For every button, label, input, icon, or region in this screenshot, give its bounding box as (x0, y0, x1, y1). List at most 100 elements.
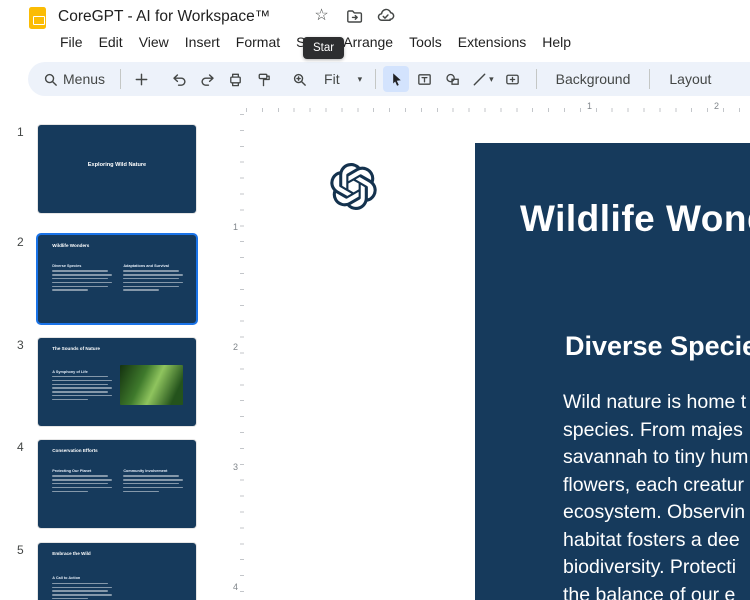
star-icon: ☆ (314, 6, 329, 24)
body-line: biodiversity. Protecti (563, 556, 737, 578)
thumb-column: Protecting Our Planet (52, 469, 114, 492)
thumb-column: Adaptations and Survival (123, 264, 185, 291)
body-line: flowers, each creatur (563, 473, 744, 496)
toolbar-divider (649, 69, 651, 89)
new-slide-button[interactable] (128, 66, 154, 92)
body-line: ecosystem. Observin (563, 501, 746, 523)
save-status-button[interactable] (374, 4, 397, 27)
thumb-title: Embrace the Wild (52, 550, 91, 556)
shape-tool-button[interactable] (439, 66, 465, 92)
slide-title-text[interactable]: Wildlife Wonders (520, 198, 750, 240)
chevron-down-icon: ▾ (357, 73, 363, 84)
thumb-heading: Protecting Our Planet (52, 469, 92, 474)
thumb-heading: Adaptations and Survival (123, 264, 169, 269)
slide-heading-text[interactable]: Diverse Species (565, 331, 750, 362)
menu-item-insert[interactable]: Insert (177, 31, 228, 53)
zoom-icon (293, 73, 306, 86)
body-line: the balance of our e (563, 583, 736, 600)
thumb-title: Exploring Wild Nature (87, 161, 147, 168)
undo-icon (172, 73, 186, 86)
document-title[interactable]: CoreGPT - AI for Workspace™ (58, 8, 270, 26)
openai-logo-icon (330, 163, 377, 210)
ruler-number: 1 (587, 101, 593, 111)
title-bar: CoreGPT - AI for Workspace™ ☆ (0, 0, 750, 32)
menu-item-file[interactable]: File (52, 31, 91, 53)
thumb-column: A Symphony of Life (52, 370, 114, 401)
slide-thumbnail-4[interactable]: Conservation Efforts Protecting Our Plan… (38, 440, 196, 528)
menus-search-button[interactable]: Menus (38, 66, 113, 92)
slides-app-icon[interactable] (29, 7, 46, 29)
editing-canvas: 1 2 1 2 3 4 Wildlife Wonders Diverse Spe… (230, 100, 750, 600)
toolbar-divider (535, 69, 537, 89)
ruler-number: 2 (233, 342, 239, 352)
text-box-icon (417, 73, 431, 85)
thumb-title: Wildlife Wonders (52, 242, 90, 248)
toolbar: Menus Fit ▾ ▾ Background Layout (28, 62, 750, 96)
text-box-tool-button[interactable] (411, 66, 437, 92)
vertical-ruler: 1 2 3 4 (230, 114, 246, 600)
background-label: Background (555, 71, 631, 87)
print-button[interactable] (222, 66, 248, 92)
paint-roller-icon (258, 73, 270, 86)
line-tool-button[interactable]: ▾ (467, 66, 498, 92)
slide-body-text[interactable]: Wild nature is home t species. From maje… (563, 389, 748, 600)
background-button[interactable]: Background (544, 66, 643, 92)
body-line: habitat fosters a dee (563, 528, 740, 551)
slide-thumbnail-2[interactable]: Wildlife Wonders Diverse Species Adaptat… (38, 235, 196, 323)
thumb-heading: Community Involvement (123, 469, 168, 474)
slide-filmstrip: 1 Exploring Wild Nature 2 Wildlife Wonde… (0, 100, 230, 600)
thumb-heading: A Call to Action (52, 576, 81, 581)
horizontal-ruler: 1 2 (246, 100, 750, 114)
layout-label: Layout (669, 71, 712, 87)
star-button[interactable]: ☆ (310, 4, 333, 27)
search-icon (44, 73, 57, 86)
print-icon (229, 73, 241, 86)
layout-button[interactable]: Layout (657, 66, 723, 92)
slide-number: 3 (17, 338, 24, 352)
menu-item-tools[interactable]: Tools (401, 31, 450, 53)
zoom-value: Fit (324, 71, 340, 87)
ruler-number: 3 (233, 462, 239, 472)
filmstrip-row: 2 Wildlife Wonders Diverse Species Adapt… (0, 235, 230, 335)
insert-text-box-icon (506, 74, 519, 84)
ruler-number: 4 (233, 582, 239, 592)
menu-item-arrange[interactable]: Arrange (335, 31, 401, 53)
star-tooltip: Star (303, 37, 345, 59)
paint-format-button[interactable] (250, 66, 276, 92)
thumb-column: A Call to Action (52, 576, 114, 600)
slide-thumbnail-1[interactable]: Exploring Wild Nature (38, 125, 196, 213)
ruler-number: 2 (714, 101, 720, 111)
undo-button[interactable] (166, 66, 192, 92)
menu-item-edit[interactable]: Edit (91, 31, 131, 53)
line-icon (473, 73, 486, 85)
menu-item-format[interactable]: Format (228, 31, 288, 53)
plus-icon (135, 73, 147, 85)
thumb-title: Conservation Efforts (52, 447, 98, 453)
slide-number: 4 (17, 440, 24, 454)
menu-item-extensions[interactable]: Extensions (450, 31, 534, 53)
slide-stage[interactable]: Wildlife Wonders Diverse Species Wild na… (475, 143, 750, 600)
body-line: savannah to tiny hum (563, 446, 749, 468)
body-line: species. From majes (563, 418, 743, 441)
move-to-folder-button[interactable] (342, 4, 365, 27)
filmstrip-row: 5 Embrace the Wild A Call to Action (0, 543, 230, 600)
toolbar-divider (375, 69, 377, 89)
redo-icon (200, 73, 214, 86)
select-tool-button[interactable] (383, 66, 410, 92)
slide-number: 5 (17, 543, 24, 557)
redo-button[interactable] (194, 66, 220, 92)
thumb-column: Community Involvement (123, 469, 185, 492)
slide-thumbnail-3[interactable]: The Sounds of Nature A Symphony of Life (38, 338, 196, 426)
shapes-icon (445, 73, 459, 85)
menu-item-help[interactable]: Help (534, 31, 579, 53)
filmstrip-row: 4 Conservation Efforts Protecting Our Pl… (0, 440, 230, 540)
thumb-column: Diverse Species (52, 264, 114, 291)
menu-item-view[interactable]: View (131, 31, 177, 53)
slide-number: 2 (17, 235, 24, 249)
zoom-select[interactable]: Fit ▾ (314, 66, 368, 92)
folder-move-icon (346, 9, 362, 23)
zoom-button[interactable] (286, 66, 312, 92)
slide-thumbnail-5[interactable]: Embrace the Wild A Call to Action (38, 543, 196, 600)
toolbar-divider (120, 69, 122, 89)
insert-placeholder-button[interactable] (500, 66, 526, 92)
